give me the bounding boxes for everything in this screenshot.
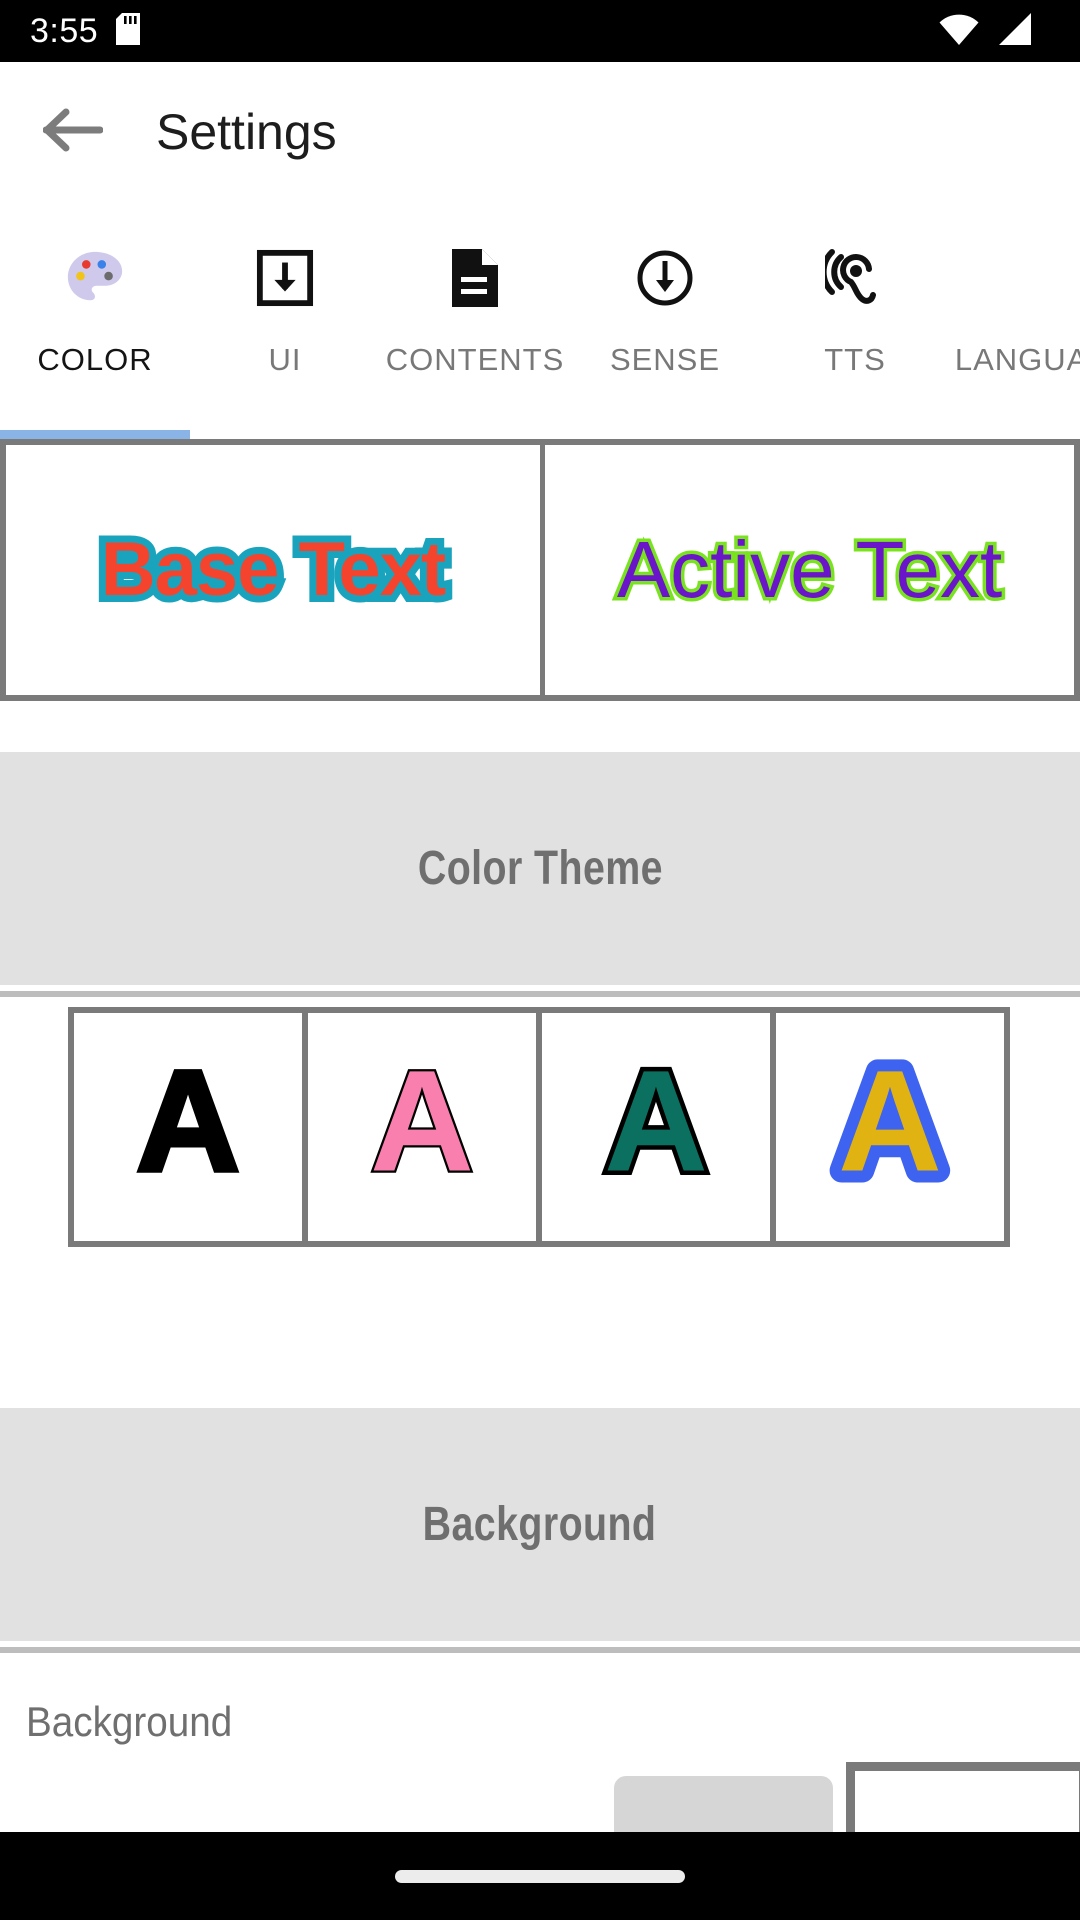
tab-tts[interactable]: TTS (760, 202, 950, 432)
app-bar: Settings (0, 62, 1080, 202)
base-text-preview[interactable]: Base Text (6, 445, 540, 695)
color-theme-swatch-row: A A A A (68, 1007, 1010, 1247)
active-text-preview[interactable]: Active Text (545, 445, 1074, 695)
document-icon (447, 242, 503, 314)
wifi-icon (938, 12, 980, 51)
tab-label-sense: SENSE (609, 342, 721, 377)
color-theme-option-black[interactable]: A (74, 1013, 302, 1241)
tab-label-tts: TTS (824, 342, 886, 377)
svg-text:A: A (604, 1052, 708, 1202)
theme-letter-black: A (134, 1052, 243, 1202)
svg-text:A: A (136, 1052, 240, 1202)
download-box-icon (256, 242, 314, 314)
active-text-sample: Active Text (613, 525, 1005, 614)
circle-arrow-down-icon (635, 242, 695, 314)
system-navigation-bar (0, 1832, 1080, 1920)
back-button[interactable] (18, 77, 128, 187)
tab-color[interactable]: COLOR (0, 202, 190, 432)
section-title-color-theme: Color Theme (417, 842, 663, 895)
color-theme-option-teal[interactable]: A (542, 1013, 770, 1241)
section-header-color-theme: Color Theme (0, 752, 1080, 985)
status-bar-right (938, 12, 1054, 51)
section-title-background: Background (423, 1498, 657, 1551)
svg-text:A: A (838, 1052, 942, 1202)
palette-icon (64, 242, 126, 314)
status-clock: 3:55 (30, 12, 99, 50)
app-screen: 3:55 Settings COLOR UI CONTENTS SENSE TT… (0, 0, 1080, 1920)
section-header-background: Background (0, 1408, 1080, 1641)
tab-label-language: LANGUAGE (954, 342, 1080, 377)
cellular-signal-icon (994, 12, 1032, 51)
color-theme-option-pink[interactable]: A (308, 1013, 536, 1241)
base-text-sample: Base Text (94, 525, 453, 615)
ear-hearing-icon (825, 242, 885, 314)
tab-contents[interactable]: CONTENTS (380, 202, 570, 432)
theme-letter-teal: A (600, 1052, 713, 1202)
tab-label-color: COLOR (37, 342, 153, 377)
background-row-label: Background (26, 1698, 233, 1745)
active-tab-indicator (0, 430, 190, 439)
text-preview-row: Base Text Active Text (0, 439, 1080, 701)
tab-label-contents: CONTENTS (385, 342, 565, 377)
tab-ui[interactable]: UI (190, 202, 380, 432)
theme-letter-gold-blue: A (826, 1052, 954, 1202)
divider-color-theme (0, 991, 1080, 997)
tab-language[interactable]: LANGUAGE (950, 202, 1080, 432)
tab-sense[interactable]: SENSE (570, 202, 760, 432)
back-arrow-icon (42, 105, 104, 160)
tab-label-ui: UI (268, 342, 302, 377)
status-bar-left: 3:55 (30, 12, 141, 50)
status-bar: 3:55 (0, 0, 1080, 62)
home-indicator[interactable] (395, 1869, 685, 1883)
sdcard-icon (116, 12, 141, 50)
tab-strip: COLOR UI CONTENTS SENSE TTS LANGUA (0, 202, 1080, 432)
page-title: Settings (156, 104, 337, 160)
theme-letter-pink: A (368, 1052, 477, 1202)
color-theme-option-gold-blue[interactable]: A (776, 1013, 1004, 1241)
svg-text:A: A (370, 1052, 474, 1202)
settings-tab-bar[interactable]: COLOR UI CONTENTS SENSE TTS LANGUA (0, 202, 1080, 440)
divider-background (0, 1647, 1080, 1653)
